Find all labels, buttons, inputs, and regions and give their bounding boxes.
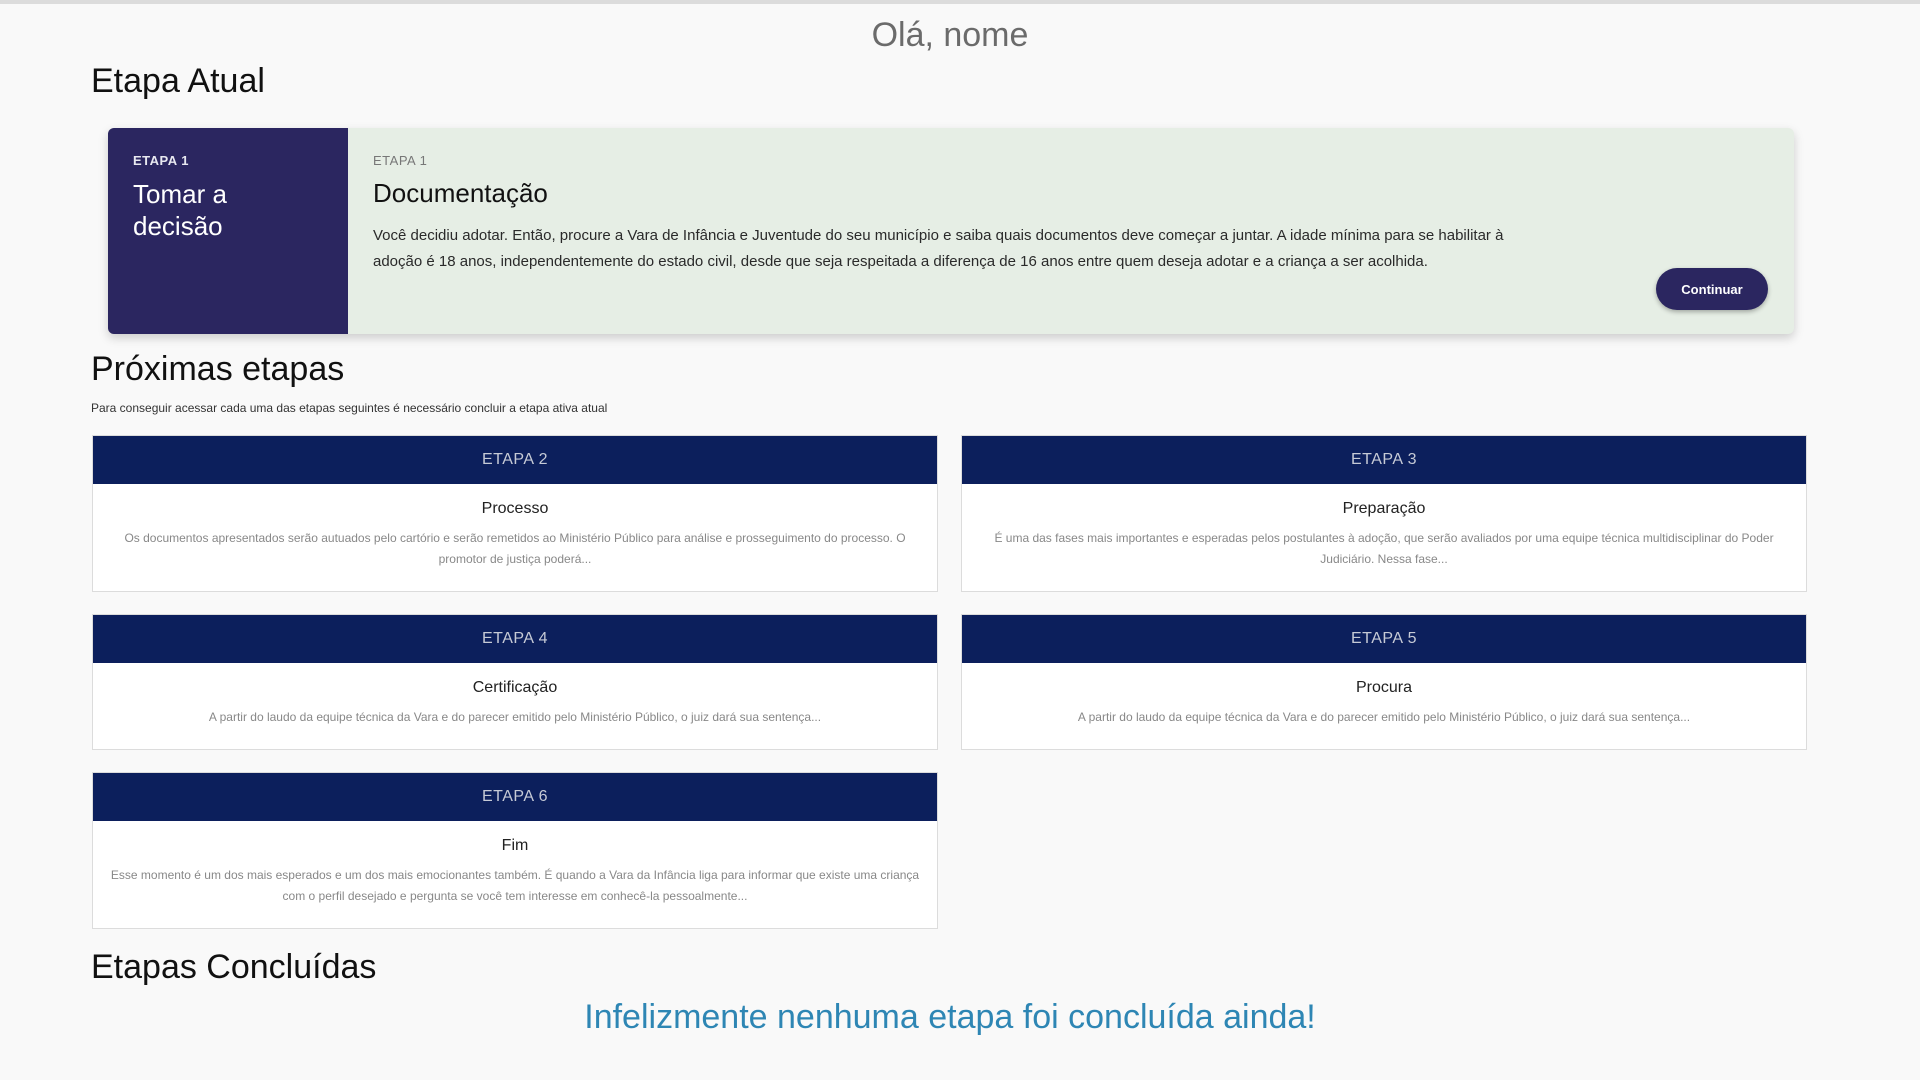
current-stage-description: Você decidiu adotar. Então, procure a Va… <box>373 227 1504 270</box>
stage-card-6: ETAPA 6 Fim Esse momento é um dos mais e… <box>92 772 938 929</box>
completed-stages-heading: Etapas Concluídas <box>91 948 377 986</box>
stages-page: Olá, nome Etapa Atual ETAPA 1 Tomar a de… <box>0 0 1920 1080</box>
stage-card-description: Esse momento é um dos mais esperados e u… <box>110 868 920 903</box>
next-stages-heading: Próximas etapas <box>91 350 345 388</box>
current-phase-label: ETAPA 1 <box>133 153 189 168</box>
current-stage-details: ETAPA 1 Documentação Você decidiu adotar… <box>348 128 1794 334</box>
stage-card-2: ETAPA 2 Processo Os documentos apresenta… <box>92 435 938 592</box>
next-stages-hint: Para conseguir acessar cada uma das etap… <box>91 401 608 415</box>
stage-card-header: ETAPA 6 <box>93 773 937 821</box>
stage-card-title: Fim <box>501 837 529 854</box>
greeting-heading: Olá, nome <box>871 16 1029 54</box>
current-stage-label: ETAPA 1 <box>373 153 428 168</box>
stage-card-header: ETAPA 3 <box>962 436 1806 484</box>
completed-empty-message: Infelizmente nenhuma etapa foi concluída… <box>584 998 1316 1036</box>
stage-card-title: Procura <box>1355 679 1413 696</box>
stage-card-header: ETAPA 5 <box>962 615 1806 663</box>
stage-card-3: ETAPA 3 Preparação É uma das fases mais … <box>961 435 1807 592</box>
current-phase-panel: ETAPA 1 Tomar a decisão <box>108 128 348 334</box>
current-stage-card: ETAPA 1 Tomar a decisão ETAPA 1 Document… <box>108 128 1794 334</box>
stage-card-5: ETAPA 5 Procura A partir do laudo da equ… <box>961 614 1807 750</box>
stage-card-title: Processo <box>481 500 549 517</box>
current-phase-name: Tomar a decisão <box>133 179 227 241</box>
stage-card-description: A partir do laudo da equipe técnica da V… <box>208 710 822 724</box>
stage-card-description: A partir do laudo da equipe técnica da V… <box>1077 710 1691 724</box>
continue-button[interactable]: Continuar <box>1656 268 1768 310</box>
stage-card-description: Os documentos apresentados serão autuado… <box>124 531 906 566</box>
stage-card-header: ETAPA 2 <box>93 436 937 484</box>
stage-card-title: Certificação <box>472 679 558 696</box>
current-stage-heading: Etapa Atual <box>91 62 265 100</box>
stage-card-header: ETAPA 4 <box>93 615 937 663</box>
stage-card-title: Preparação <box>1342 500 1426 517</box>
stage-card-4: ETAPA 4 Certificação A partir do laudo d… <box>92 614 938 750</box>
current-stage-title: Documentação <box>373 178 548 208</box>
stage-card-description: É uma das fases mais importantes e esper… <box>994 531 1774 566</box>
